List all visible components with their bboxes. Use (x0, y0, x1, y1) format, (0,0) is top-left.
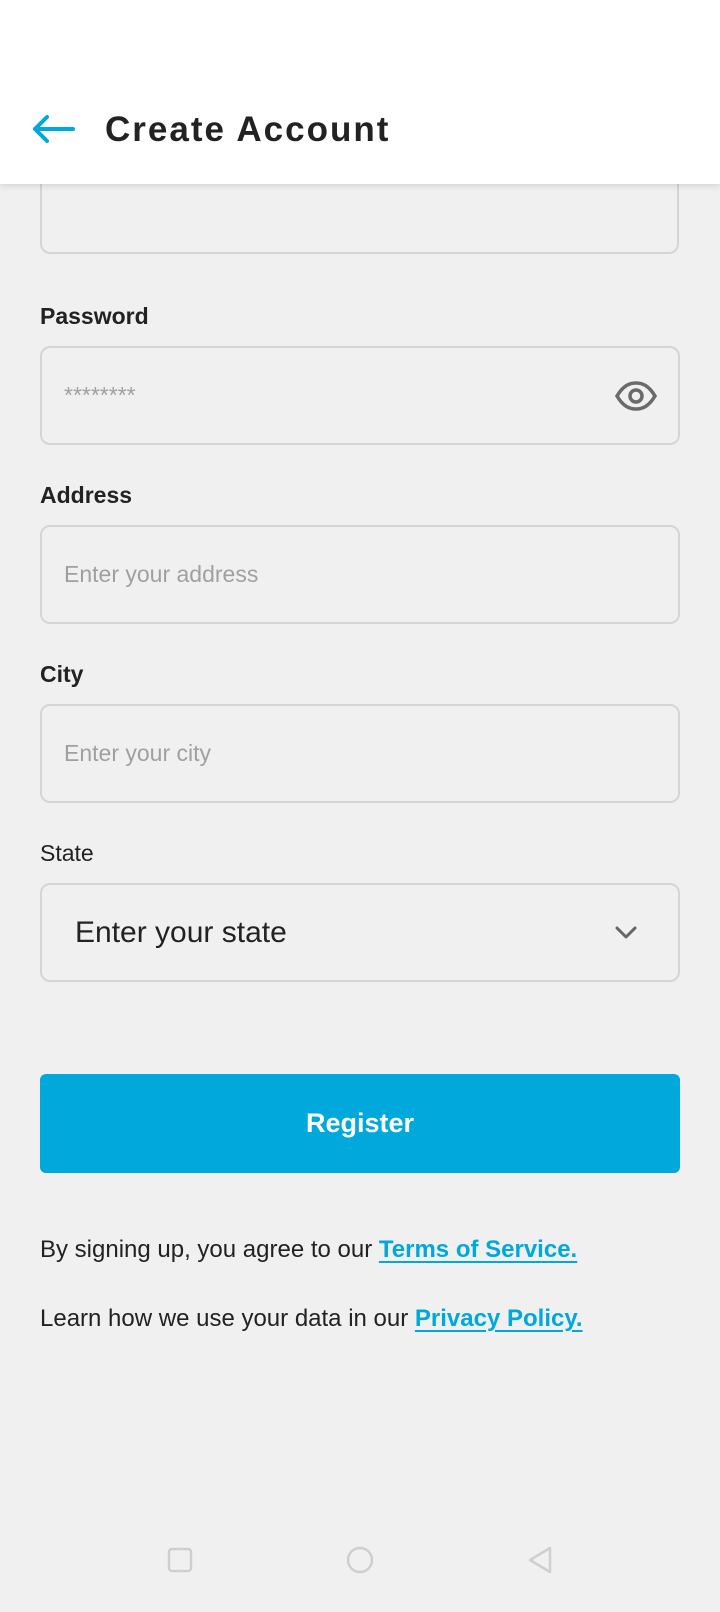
city-field[interactable] (40, 704, 680, 803)
circle-icon (346, 1546, 374, 1574)
nav-back-button[interactable] (510, 1530, 570, 1590)
city-input[interactable] (64, 706, 604, 801)
privacy-policy-link[interactable]: Privacy Policy. (415, 1305, 583, 1332)
app-header: Create Account (0, 0, 720, 184)
terms-of-service-link[interactable]: Terms of Service. (379, 1236, 577, 1263)
city-label: City (40, 661, 84, 687)
page-title: Create Account (105, 110, 391, 149)
square-icon (167, 1547, 193, 1573)
state-dropdown-toggle[interactable] (612, 919, 640, 947)
terms-notice-text: By signing up, you agree to our (40, 1236, 379, 1263)
password-input[interactable] (64, 348, 604, 443)
eye-icon (615, 381, 657, 411)
arrow-left-icon (33, 115, 75, 143)
recents-button[interactable] (150, 1530, 210, 1590)
back-button[interactable] (30, 108, 76, 150)
home-button[interactable] (330, 1530, 390, 1590)
privacy-notice: Learn how we use your data in our Privac… (40, 1302, 583, 1336)
privacy-notice-text: Learn how we use your data in our (40, 1305, 415, 1332)
chevron-down-icon (615, 926, 637, 939)
state-label: State (40, 840, 94, 866)
system-nav-bar (0, 1530, 720, 1602)
password-label: Password (40, 303, 149, 329)
password-field[interactable] (40, 346, 680, 445)
register-button[interactable]: Register (40, 1074, 680, 1173)
terms-notice: By signing up, you agree to our Terms of… (40, 1233, 577, 1267)
state-select-value: Enter your state (75, 916, 287, 949)
address-field[interactable] (40, 525, 680, 624)
state-select[interactable]: Enter your state (40, 883, 680, 982)
show-password-button[interactable] (614, 376, 658, 416)
form-container: Password Address City State Enter your s… (0, 168, 720, 1612)
address-label: Address (40, 482, 133, 508)
triangle-back-icon (528, 1546, 552, 1574)
address-input[interactable] (64, 527, 604, 622)
